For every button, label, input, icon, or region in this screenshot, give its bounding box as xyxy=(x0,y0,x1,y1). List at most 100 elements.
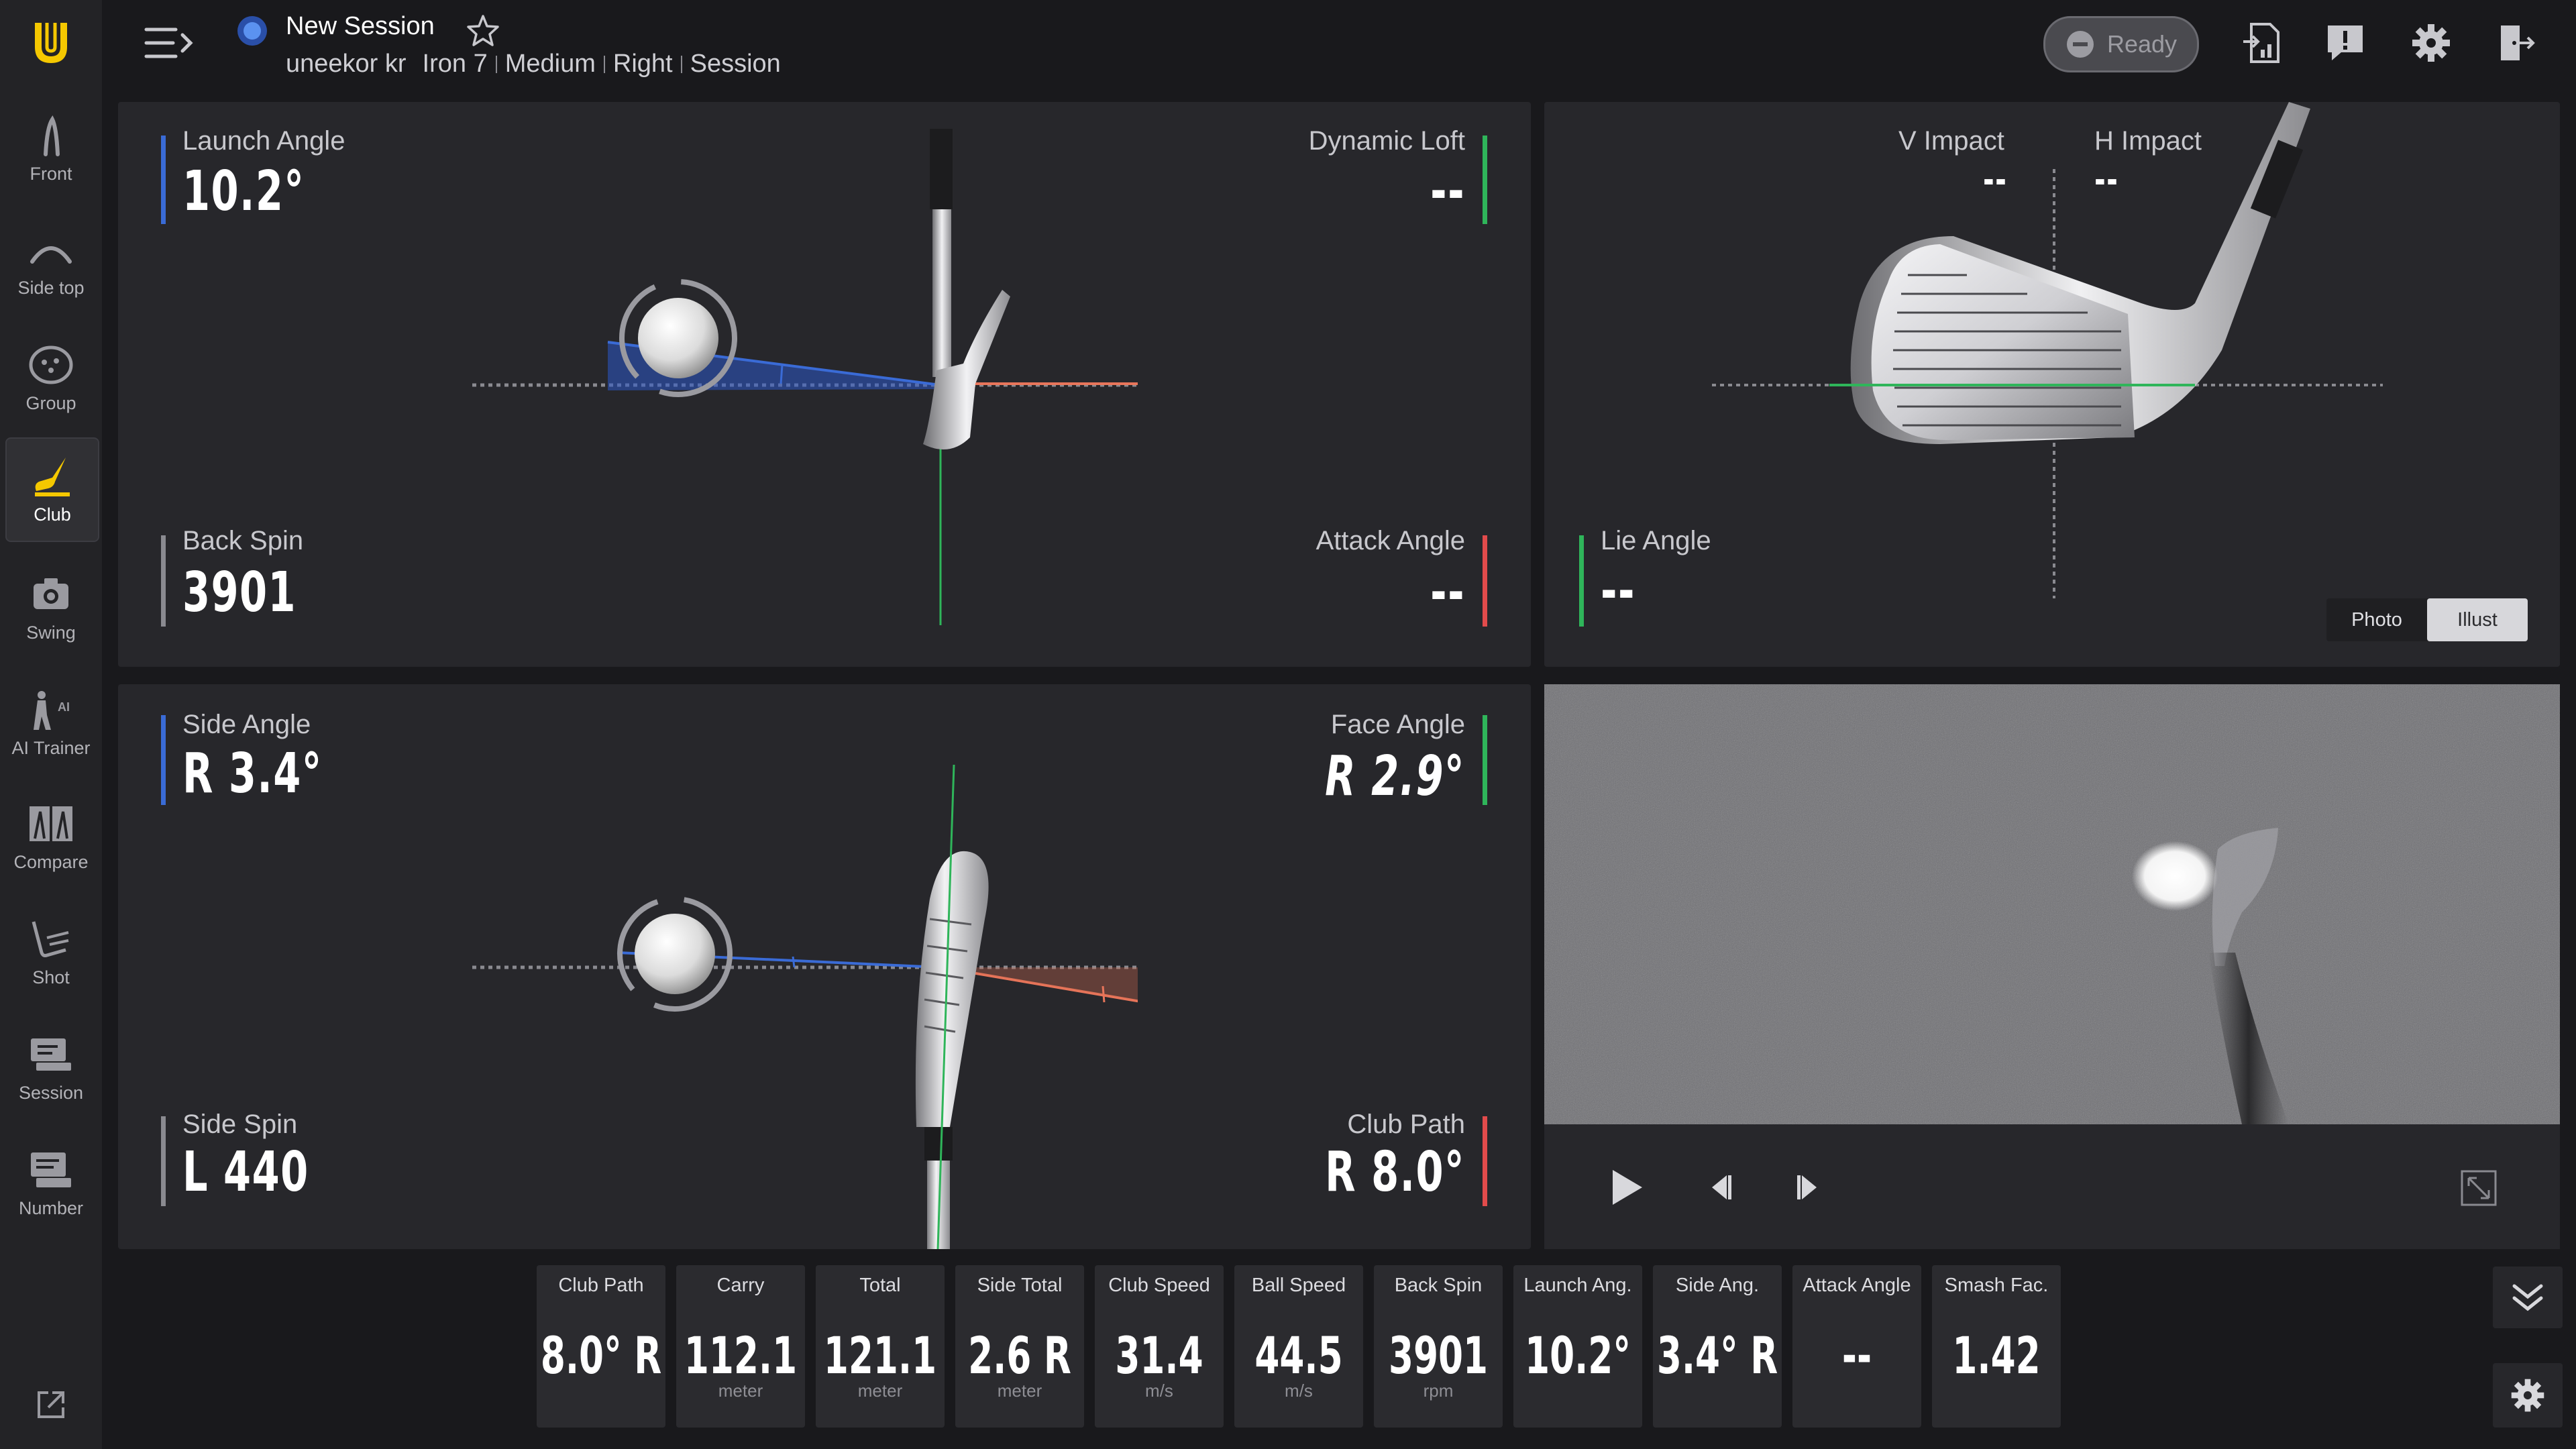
back-spin-value: 3901 xyxy=(182,561,297,625)
stat-label: Launch Ang. xyxy=(1523,1275,1632,1296)
sidebar-item-club[interactable]: Club xyxy=(5,437,99,542)
export-report-icon[interactable] xyxy=(2237,19,2285,67)
face-angle-value: R 2.9° xyxy=(1325,745,1465,808)
swing-video-image xyxy=(1544,684,2560,1124)
stat-label: Side Ang. xyxy=(1675,1275,1760,1296)
top-view-panel: Side Angle R 3.4° Face Angle R 2.9° Side… xyxy=(118,684,1531,1249)
uneekor-logo xyxy=(35,23,67,63)
stat-label: Attack Angle xyxy=(1803,1275,1911,1296)
sidebar-item-label: Front xyxy=(30,163,72,184)
double-chevron-down-icon xyxy=(2512,1284,2543,1311)
ready-status-label: Ready xyxy=(2106,30,2178,58)
stat-value: 44.5 xyxy=(1254,1326,1343,1385)
sidebar-item-front[interactable]: Front xyxy=(5,98,97,200)
side-spin-label: Side Spin xyxy=(182,1110,298,1139)
step-back-icon[interactable] xyxy=(1704,1173,1733,1202)
lie-angle-bar xyxy=(1579,535,1584,627)
ready-status-button[interactable]: Ready xyxy=(2043,16,2199,72)
settings-gear-icon[interactable] xyxy=(2407,19,2455,67)
stat-ball-speed: Ball Speed 44.5 m/s xyxy=(1234,1265,1363,1428)
stat-value: 31.4 xyxy=(1115,1326,1203,1385)
stat-launch-angle: Launch Ang. 10.2° xyxy=(1513,1265,1642,1428)
play-icon[interactable] xyxy=(1610,1169,1644,1206)
attack-angle-label: Attack Angle xyxy=(1316,526,1465,555)
back-spin-label: Back Spin xyxy=(182,526,304,555)
feedback-icon[interactable] xyxy=(2321,19,2369,67)
session-title: New Session xyxy=(286,12,435,40)
shot-icon xyxy=(32,920,69,957)
side-top-icon xyxy=(30,246,72,264)
collapse-stats-button[interactable] xyxy=(2493,1267,2563,1328)
stat-value: 3.4° R xyxy=(1656,1326,1778,1385)
stat-smash-factor: Smash Fac. 1.42 xyxy=(1932,1265,2061,1428)
club-path-value: R 8.0° xyxy=(1325,1140,1465,1204)
lie-angle-label: Lie Angle xyxy=(1601,526,1711,555)
external-link-icon[interactable] xyxy=(34,1387,68,1422)
stat-value: 2.6 R xyxy=(968,1326,1071,1385)
sidebar: Front Side top Group Club Swing AI AI Tr… xyxy=(0,0,102,1449)
sidebar-item-label: Session xyxy=(18,1082,84,1103)
swing-video-frame[interactable] xyxy=(1544,684,2560,1124)
sidebar-item-label: Swing xyxy=(26,622,76,643)
group-icon xyxy=(29,345,73,384)
stat-label: Club Speed xyxy=(1108,1275,1210,1296)
back-spin-bar xyxy=(161,535,166,627)
photo-toggle-button[interactable]: Photo xyxy=(2326,598,2427,641)
favorite-star-icon[interactable] xyxy=(466,13,500,48)
impact-panel: V Impact -- H Impact -- Lie Angle -- Pho… xyxy=(1544,102,2560,667)
side-view-illustration xyxy=(472,129,1138,625)
stat-unit: m/s xyxy=(1145,1381,1173,1401)
side-angle-bar xyxy=(161,715,166,805)
sidebar-item-swing[interactable]: Swing xyxy=(5,557,97,659)
dynamic-loft-label: Dynamic Loft xyxy=(1308,126,1465,156)
menu-toggle-icon[interactable] xyxy=(144,24,195,62)
stat-label: Side Total xyxy=(977,1275,1063,1296)
iron-face-illustration xyxy=(1712,102,2383,598)
sidebar-item-label: Club xyxy=(34,504,71,525)
stat-unit: meter xyxy=(997,1381,1042,1401)
stat-side-total: Side Total 2.6 R meter xyxy=(955,1265,1084,1428)
sidebar-item-compare[interactable]: Compare xyxy=(5,786,97,888)
exit-door-icon[interactable] xyxy=(2491,19,2540,67)
number-icon xyxy=(31,1152,71,1187)
video-controls-bar xyxy=(1544,1124,2560,1249)
stat-attack-angle: Attack Angle -- xyxy=(1792,1265,1921,1428)
sidebar-item-group[interactable]: Group xyxy=(5,327,97,429)
illust-toggle-button[interactable]: Illust xyxy=(2427,598,2528,641)
stat-carry: Carry 112.1 meter xyxy=(676,1265,805,1428)
side-angle-value: R 3.4° xyxy=(182,742,323,806)
sidebar-item-shot[interactable]: Shot xyxy=(5,902,97,1004)
minus-circle-icon xyxy=(2066,31,2094,58)
face-angle-label: Face Angle xyxy=(1330,710,1465,739)
fullscreen-icon[interactable] xyxy=(2459,1169,2498,1208)
sidebar-item-label: Group xyxy=(25,392,76,413)
stat-label: Smash Fac. xyxy=(1944,1275,2049,1296)
sidebar-item-side-top[interactable]: Side top xyxy=(5,212,97,314)
side-view-panel: Launch Angle 10.2° Dynamic Loft -- Back … xyxy=(118,102,1531,667)
stat-value: 1.42 xyxy=(1952,1326,2041,1385)
svg-text:AI: AI xyxy=(58,700,70,714)
stat-value: -- xyxy=(1841,1326,1872,1385)
session-icon xyxy=(31,1038,71,1071)
sidebar-item-number[interactable]: Number xyxy=(5,1132,97,1234)
top-view-illustration xyxy=(472,764,1138,1249)
launch-angle-value: 10.2° xyxy=(182,160,305,223)
step-forward-icon[interactable] xyxy=(1795,1173,1825,1202)
stat-label: Carry xyxy=(716,1275,765,1296)
session-status-dot xyxy=(237,16,267,46)
sidebar-item-ai-trainer[interactable]: AI AI Trainer xyxy=(5,672,97,774)
sidebar-item-label: Number xyxy=(18,1197,84,1218)
front-view-icon xyxy=(44,115,60,156)
stats-settings-button[interactable] xyxy=(2493,1363,2563,1428)
launch-angle-bar xyxy=(161,136,166,224)
stat-unit: rpm xyxy=(1423,1381,1454,1401)
session-user: uneekor kr xyxy=(286,50,407,78)
attack-angle-value: -- xyxy=(1430,561,1465,625)
side-spin-value: L 440 xyxy=(182,1140,309,1204)
camera-icon xyxy=(34,578,68,609)
session-level: Medium xyxy=(504,50,596,78)
sidebar-item-label: Side top xyxy=(17,277,85,298)
sidebar-item-session[interactable]: Session xyxy=(5,1017,97,1119)
stat-label: Club Path xyxy=(558,1275,644,1296)
club-path-bar xyxy=(1483,1116,1487,1206)
